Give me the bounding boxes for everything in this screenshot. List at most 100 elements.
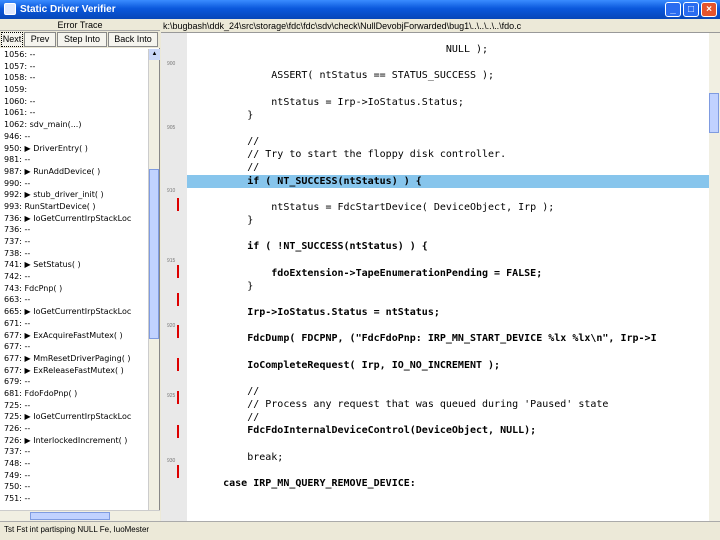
code-line[interactable] bbox=[187, 122, 709, 135]
trace-row[interactable]: 992: ▶ stub_driver_init( ) bbox=[0, 189, 148, 201]
trace-row[interactable]: 743: FdcPnp( ) bbox=[0, 283, 148, 295]
trace-row[interactable]: 677: ▶ ExReleaseFastMutex( ) bbox=[0, 365, 148, 377]
trace-line-number: 743: bbox=[4, 283, 22, 293]
code-line[interactable]: ASSERT( ntStatus == STATUS_SUCCESS ); bbox=[187, 69, 709, 82]
trace-line-number: 677: bbox=[4, 365, 22, 375]
trace-row[interactable]: 679: -- bbox=[0, 376, 148, 388]
code-line[interactable]: FdcFdoInternalDeviceControl(DeviceObject… bbox=[187, 424, 709, 437]
code-line[interactable]: } bbox=[187, 109, 709, 122]
trace-horizontal-scrollbar[interactable] bbox=[0, 510, 160, 521]
code-line[interactable]: } bbox=[187, 214, 709, 227]
highlighted-code-line[interactable]: if ( NT_SUCCESS(ntStatus) ) { bbox=[187, 174, 709, 188]
code-line[interactable]: fdoExtension->TapeEnumerationPending = F… bbox=[187, 267, 709, 280]
code-line[interactable] bbox=[187, 319, 709, 332]
trace-call: FdoFdoPnp( ) bbox=[24, 388, 78, 398]
trace-row[interactable]: 1058: -- bbox=[0, 72, 148, 84]
code-line[interactable] bbox=[187, 438, 709, 451]
trace-row[interactable]: 742: -- bbox=[0, 271, 148, 283]
next-button[interactable]: Next bbox=[1, 32, 23, 47]
trace-row[interactable]: 665: ▶ IoGetCurrentIrpStackLoc bbox=[0, 306, 148, 318]
minimize-button[interactable]: _ bbox=[665, 2, 681, 17]
scroll-up-icon[interactable]: ▲ bbox=[149, 49, 160, 60]
trace-row[interactable]: 663: -- bbox=[0, 294, 148, 306]
code-line[interactable]: // bbox=[187, 411, 709, 424]
trace-line-number: 742: bbox=[4, 272, 22, 282]
code-line[interactable]: } bbox=[187, 280, 709, 293]
code-line[interactable]: case IRP_MN_QUERY_REMOVE_DEVICE: bbox=[187, 477, 709, 490]
trace-vertical-scrollbar[interactable]: ▲ bbox=[148, 49, 160, 511]
code-line[interactable] bbox=[187, 372, 709, 385]
trace-row[interactable]: 1061: -- bbox=[0, 107, 148, 119]
editor-vertical-scrollbar[interactable] bbox=[709, 33, 720, 521]
trace-row[interactable]: 946: -- bbox=[0, 131, 148, 143]
trace-row[interactable]: 671: -- bbox=[0, 318, 148, 330]
code-line[interactable]: // bbox=[187, 161, 709, 174]
code-line[interactable] bbox=[187, 253, 709, 266]
trace-row[interactable]: 987: ▶ RunAddDevice( ) bbox=[0, 166, 148, 178]
trace-scroll-thumb[interactable] bbox=[149, 169, 159, 339]
trace-row[interactable]: 1059: bbox=[0, 84, 148, 96]
code-line[interactable]: NULL ); bbox=[187, 43, 709, 56]
trace-row[interactable]: 677: ▶ MmResetDriverPaging( ) bbox=[0, 353, 148, 365]
maximize-button[interactable]: □ bbox=[683, 2, 699, 17]
code-line[interactable]: // Try to start the floppy disk controll… bbox=[187, 148, 709, 161]
trace-row[interactable]: 750: -- bbox=[0, 481, 148, 493]
trace-row[interactable]: 725: -- bbox=[0, 400, 148, 412]
trace-row[interactable]: 950: ▶ DriverEntry( ) bbox=[0, 143, 148, 155]
trace-list[interactable]: 1056: -- 1057: -- 1058: -- 1059: 1060: -- 10… bbox=[0, 49, 148, 509]
trace-row[interactable]: 741: ▶ SetStatus( ) bbox=[0, 259, 148, 271]
code-line[interactable]: break; bbox=[187, 451, 709, 464]
trace-call: -- bbox=[24, 248, 31, 258]
step-into-button[interactable]: Step Into bbox=[57, 32, 107, 47]
code-line[interactable]: ntStatus = Irp->IoStatus.Status; bbox=[187, 96, 709, 109]
code-line[interactable]: // bbox=[187, 385, 709, 398]
code-line[interactable] bbox=[187, 82, 709, 95]
code-line[interactable] bbox=[187, 188, 709, 201]
code-line[interactable] bbox=[187, 227, 709, 240]
trace-row[interactable]: 726: -- bbox=[0, 423, 148, 435]
code-line[interactable] bbox=[187, 464, 709, 477]
trace-hscroll-thumb[interactable] bbox=[30, 512, 110, 520]
gutter-line-number: 920 bbox=[167, 323, 176, 329]
source-path: k:\bugbash\ddk_24\src\storage\fdc\fdc\sd… bbox=[161, 19, 720, 33]
trace-row[interactable]: 737: -- bbox=[0, 236, 148, 248]
trace-row[interactable]: 1056: -- bbox=[0, 49, 148, 61]
trace-row[interactable]: 1057: -- bbox=[0, 61, 148, 73]
code-line[interactable]: ntStatus = FdcStartDevice( DeviceObject,… bbox=[187, 201, 709, 214]
close-button[interactable]: × bbox=[701, 2, 717, 17]
trace-line-number: 726: bbox=[4, 435, 22, 445]
trace-row[interactable]: 737: -- bbox=[0, 446, 148, 458]
code-line[interactable]: // bbox=[187, 135, 709, 148]
trace-row[interactable]: 981: -- bbox=[0, 154, 148, 166]
back-into-button[interactable]: Back Into bbox=[108, 32, 158, 47]
trace-row[interactable]: 677: ▶ ExAcquireFastMutex( ) bbox=[0, 330, 148, 342]
editor-scroll-thumb[interactable] bbox=[709, 93, 719, 133]
trace-row[interactable]: 1060: -- bbox=[0, 96, 148, 108]
prev-button[interactable]: Prev bbox=[24, 32, 56, 47]
trace-row[interactable]: 738: -- bbox=[0, 248, 148, 260]
trace-row[interactable]: 736: ▶ IoGetCurrentIrpStackLoc bbox=[0, 213, 148, 225]
trace-row[interactable]: 1062: sdv_main(...) bbox=[0, 119, 148, 131]
trace-row[interactable]: 993: RunStartDevice( ) bbox=[0, 201, 148, 213]
trace-row[interactable]: 681: FdoFdoPnp( ) bbox=[0, 388, 148, 400]
code-view[interactable]: NULL ); ASSERT( ntStatus == STATUS_SUCCE… bbox=[187, 33, 709, 521]
code-line[interactable] bbox=[187, 345, 709, 358]
code-line[interactable] bbox=[187, 293, 709, 306]
code-line[interactable]: FdcDump( FDCPNP, ("FdcFdoPnp: IRP_MN_STA… bbox=[187, 332, 709, 345]
trace-row[interactable]: 749: -- bbox=[0, 470, 148, 482]
trace-row[interactable]: 725: ▶ IoGetCurrentIrpStackLoc bbox=[0, 411, 148, 423]
trace-row[interactable]: 677: -- bbox=[0, 341, 148, 353]
gutter-line-number: 915 bbox=[167, 258, 176, 264]
code-line[interactable]: IoCompleteRequest( Irp, IO_NO_INCREMENT … bbox=[187, 359, 709, 372]
code-line[interactable] bbox=[187, 56, 709, 69]
code-line[interactable]: // Process any request that was queued d… bbox=[187, 398, 709, 411]
code-line[interactable]: if ( !NT_SUCCESS(ntStatus) ) { bbox=[187, 240, 709, 253]
trace-line-number: 681: bbox=[4, 388, 22, 398]
trace-row[interactable]: 736: -- bbox=[0, 224, 148, 236]
source-editor[interactable]: 900 905 910 915 920 925 930 NULL ); ASSERT( nt… bbox=[161, 33, 709, 521]
trace-row[interactable]: 748: -- bbox=[0, 458, 148, 470]
code-line[interactable]: Irp->IoStatus.Status = ntStatus; bbox=[187, 306, 709, 319]
trace-row[interactable]: 726: ▶ InterlockedIncrement( ) bbox=[0, 435, 148, 447]
trace-row[interactable]: 990: -- bbox=[0, 178, 148, 190]
trace-row[interactable]: 751: -- bbox=[0, 493, 148, 505]
